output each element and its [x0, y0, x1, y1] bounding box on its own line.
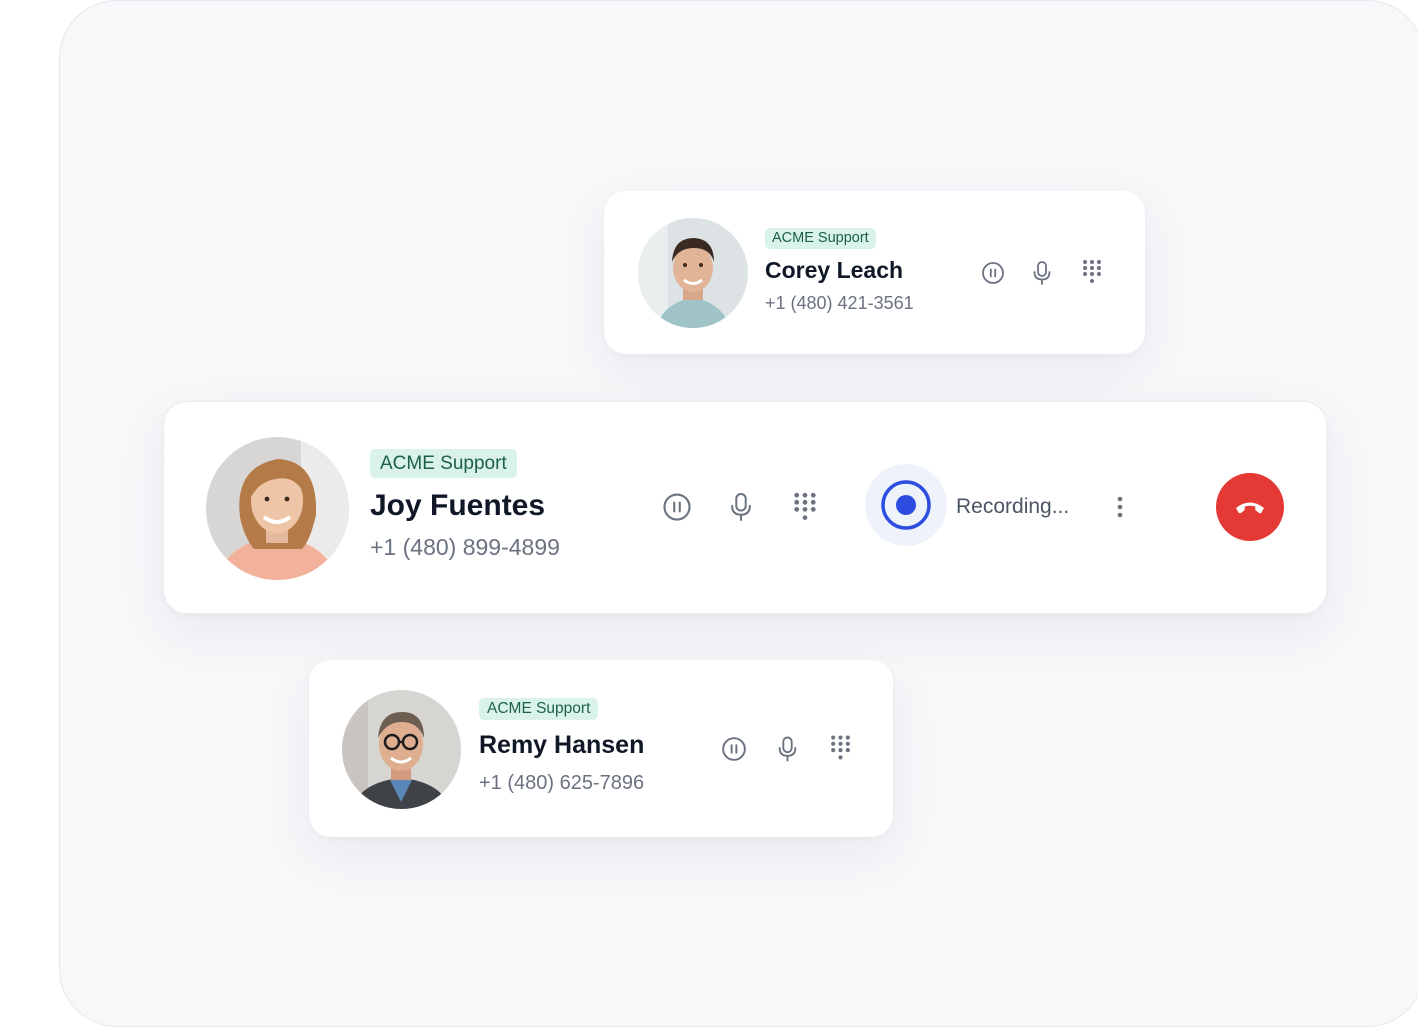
- avatar: [342, 690, 461, 809]
- dialpad-icon: [794, 492, 816, 520]
- end-call-button[interactable]: [1216, 473, 1284, 541]
- org-badge: ACME Support: [479, 698, 599, 720]
- caller-name: Joy Fuentes: [370, 489, 546, 522]
- call-card-remy: ACME Support Remy Hansen +1 (480) 625-78…: [309, 660, 893, 837]
- microphone-icon: [1033, 261, 1051, 285]
- pause-button[interactable]: [661, 491, 693, 523]
- caller-name: Corey Leach: [765, 257, 904, 283]
- caller-phone: +1 (480) 899-4899: [370, 534, 560, 560]
- org-badge: ACME Support: [765, 228, 876, 249]
- caller-phone: +1 (480) 421-3561: [765, 293, 914, 313]
- more-vertical-icon: [1117, 496, 1123, 518]
- dialpad-button[interactable]: [826, 733, 854, 763]
- record-icon: [881, 480, 931, 530]
- mute-button[interactable]: [725, 490, 757, 524]
- caller-name: Remy Hansen: [479, 731, 645, 759]
- call-card-joy: ACME Support Joy Fuentes +1 (480) 899-48…: [163, 401, 1327, 614]
- dialpad-icon: [830, 735, 850, 760]
- hang-up-icon: [1236, 502, 1264, 514]
- pause-icon: [982, 262, 1004, 284]
- dialpad-button[interactable]: [789, 490, 821, 524]
- pause-button[interactable]: [980, 260, 1006, 286]
- pause-icon: [663, 493, 691, 521]
- more-options-button[interactable]: [1110, 495, 1130, 519]
- pause-button[interactable]: [720, 735, 748, 763]
- avatar: [206, 437, 349, 580]
- avatar: [638, 218, 748, 328]
- caller-phone: +1 (480) 625-7896: [479, 772, 645, 794]
- pause-icon: [722, 737, 746, 761]
- org-badge: ACME Support: [370, 449, 517, 478]
- microphone-icon: [778, 736, 796, 762]
- call-card-corey: ACME Support Corey Leach +1 (480) 421-35…: [604, 191, 1145, 354]
- recording-status: Recording...: [956, 495, 1070, 518]
- mute-button[interactable]: [1029, 259, 1055, 287]
- dialpad-icon: [1083, 260, 1101, 283]
- microphone-icon: [731, 492, 751, 522]
- dialpad-button[interactable]: [1079, 258, 1105, 286]
- mute-button[interactable]: [773, 734, 801, 764]
- record-button[interactable]: [865, 464, 947, 546]
